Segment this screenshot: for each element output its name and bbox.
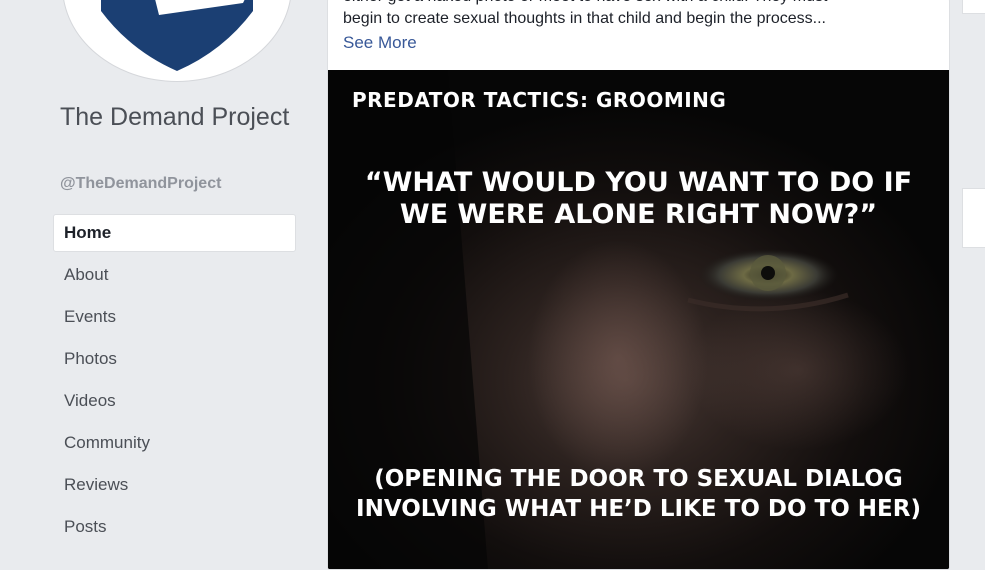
nav-item-community[interactable]: Community: [53, 424, 296, 462]
nav-item-photos[interactable]: Photos: [53, 340, 296, 378]
image-quote-line-2: WE WERE ALONE RIGHT NOW?”: [399, 199, 878, 230]
nav-item-about[interactable]: About: [53, 256, 296, 294]
page-handle[interactable]: @TheDemandProject: [60, 175, 221, 193]
see-more-link[interactable]: See More: [343, 33, 417, 53]
post-text-line: begin to create sexual thoughts in that …: [343, 10, 826, 27]
nav-item-videos[interactable]: Videos: [53, 382, 296, 420]
nav-item-reviews[interactable]: Reviews: [53, 466, 296, 504]
image-title: PREDATOR TACTICS: GROOMING: [352, 88, 727, 112]
post-text-line-clipped: either get a naked photo or meet to have…: [343, 0, 933, 8]
image-caption-line-1: (OPENING THE DOOR TO SEXUAL DIALOG: [374, 466, 903, 492]
right-column-card: [962, 188, 985, 248]
image-quote-line-1: “WHAT WOULD YOU WANT TO DO IF: [364, 167, 913, 198]
nav-item-home[interactable]: Home: [53, 214, 296, 252]
page-sidebar: The Demand Project @TheDemandProject Hom…: [0, 0, 312, 554]
page-name[interactable]: The Demand Project: [60, 100, 290, 135]
post-card: either get a naked photo or meet to have…: [327, 0, 950, 570]
image-quote: “WHAT WOULD YOU WANT TO DO IF WE WERE AL…: [328, 167, 949, 231]
page-nav: Home About Events Photos Videos Communit…: [53, 214, 296, 550]
image-caption: (OPENING THE DOOR TO SEXUAL DIALOG INVOL…: [328, 464, 949, 524]
profile-picture[interactable]: [62, 0, 292, 82]
post-text: either get a naked photo or meet to have…: [343, 0, 933, 30]
image-caption-line-2: INVOLVING WHAT HE’D LIKE TO DO TO HER): [356, 496, 921, 522]
post-image[interactable]: PREDATOR TACTICS: GROOMING “WHAT WOULD Y…: [328, 70, 949, 569]
nav-item-posts[interactable]: Posts: [53, 508, 296, 546]
shield-logo-icon: [101, 0, 253, 71]
nav-item-events[interactable]: Events: [53, 298, 296, 336]
right-column-card: [962, 0, 985, 14]
